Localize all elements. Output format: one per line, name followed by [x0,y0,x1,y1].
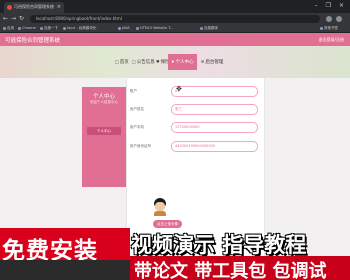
promo-right-text: 视频演示 指导教程 [131,233,307,257]
field-label: 用户姓名 [130,107,144,111]
screenshot: 可逍保险合同管理系统 × – ❐ × ← → ↻ localhost:8080/… [0,0,350,280]
address-url: localhost:8080/springboot/front/index.ht… [36,16,122,21]
login-register-link[interactable]: 退出登录/注册 [319,37,344,43]
bookmark-item[interactable]: JAVA [118,26,130,30]
address-bar[interactable]: localhost:8080/springboot/front/index.ht… [30,15,320,23]
field-value: 张三 [175,107,182,111]
browser-tabstrip: 可逍保险合同管理系统 × – ❐ × [0,0,350,13]
upload-avatar-button[interactable]: 点击上传头像 [153,220,182,228]
profile-icon[interactable] [336,16,342,22]
promo-dark-strip [0,260,130,280]
browser-tab[interactable]: 可逍保险合同管理系统 × [4,2,64,13]
nav-item-profile[interactable]: ♦个人中心 [168,54,197,70]
promo-bar-text: 带论文 带工具包 包调试 [134,261,327,280]
account-input[interactable]: a1 [171,86,258,97]
tab-close-icon[interactable]: × [57,4,61,10]
tab-title: 可逍保险合同管理系统 [14,4,54,9]
admin-icon: ✉ [201,59,205,64]
nav-label: 个人中心 [175,60,194,65]
user-icon: ♦ [171,59,175,64]
forward-icon[interactable]: → [11,15,16,22]
bookmark-item[interactable]: layui - 经典模块化 [63,26,96,31]
field-label: 用户手机 [130,125,144,129]
bookmark-item[interactable]: 其他书签 [320,26,338,31]
bookmarks-bar: 应用 Chrome 百度一下 layui - 经典模块化 JAVA HTML5 … [0,25,350,33]
form-row-name: 用户姓名 张三 [127,104,266,116]
bookmark-item[interactable]: 应用 [3,26,14,31]
browser-toolbar: ← → ↻ localhost:8080/springboot/front/in… [0,13,350,25]
bookmark-item[interactable]: 百度翻译 [200,26,218,31]
profile-side-card: 个人中心 欢迎个人信息中心 个人中心 [82,87,126,187]
name-input[interactable]: 张三 [171,104,258,115]
bookmark-item[interactable]: HTML5 Website T... [136,26,173,30]
promo-free-install: 免费安装 [0,228,130,264]
app-title: 可逍保险合同管理系统 [5,38,61,44]
home-icon: □ [115,59,119,64]
window-controls[interactable]: – ❐ × [315,2,347,9]
notice-icon: □ [132,59,136,64]
form-row-phone: 用户手机 13750000000 [127,122,266,134]
nav-label: 首页 [119,60,129,65]
phone-input[interactable]: 13750000000 [171,122,258,133]
field-label: 用户身份证号 [130,144,151,148]
nav-item-admin[interactable]: ✉后台管理 [198,54,226,70]
bookmark-item[interactable]: Chrome [18,26,36,30]
field-label: 账户 [130,89,137,93]
bookmark-item[interactable]: 百度一下 [40,26,58,31]
favicon-icon [7,5,12,10]
promo-video: 视频演示 指导教程 [130,228,350,257]
side-card-subtitle: 欢迎个人信息中心 [90,100,118,104]
nav-label: 后台管理 [205,60,224,65]
avatar [152,198,168,216]
side-card-heading: 个人中心 [92,94,115,100]
hero-banner: □首页 □公告信息 ♥保险 ♦个人中心 ✉后台管理 [0,46,350,78]
field-value: 13750000000 [175,125,200,129]
extension-icon[interactable] [326,16,332,22]
back-icon[interactable]: ← [3,15,8,22]
field-value: 440300199000000000 [175,144,216,148]
reload-icon[interactable]: ↻ [19,15,24,22]
form-row-account: 账户 a1 [127,86,266,98]
idcard-input[interactable]: 440300199000000000 [171,141,258,152]
heart-icon: ♥ [156,59,160,64]
profile-center-button[interactable]: 个人中心 [87,127,121,135]
app-header: 可逍保险合同管理系统 退出登录/注册 [0,33,350,46]
form-row-idcard: 用户身份证号 440300199000000000 [127,141,266,153]
mouse-cursor-icon: ✥ [176,85,182,93]
promo-bar: 带论文 带工具包 包调试 [130,256,350,280]
